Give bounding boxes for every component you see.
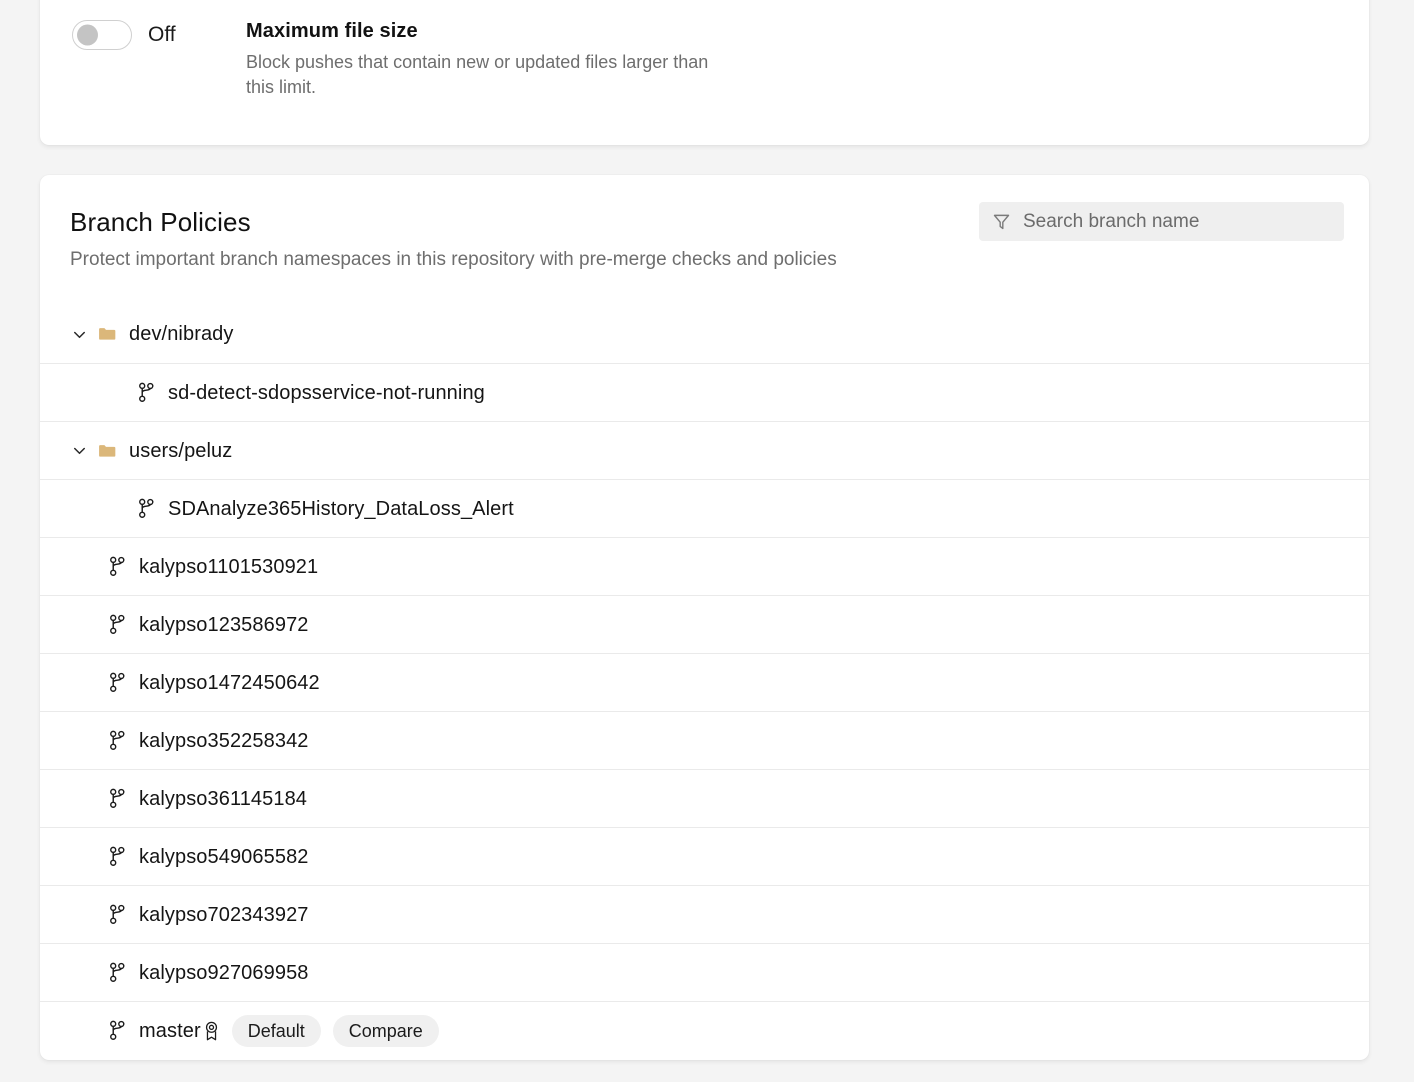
branch-row[interactable]: master Default Compare [40, 1001, 1369, 1059]
branch-folder-label: dev/nibrady [129, 321, 234, 347]
git-branch-icon [137, 498, 156, 519]
branch-name-label: kalypso927069958 [139, 960, 309, 986]
branch-folder-row[interactable]: users/peluz [40, 421, 1369, 479]
branch-row[interactable]: kalypso123586972 [40, 595, 1369, 653]
compare-badge[interactable]: Compare [333, 1015, 439, 1047]
git-branch-icon [108, 556, 127, 577]
branch-name-label: kalypso549065582 [139, 844, 309, 870]
branch-folder-label: users/peluz [129, 438, 232, 464]
branch-row[interactable]: kalypso361145184 [40, 769, 1369, 827]
branch-row[interactable]: kalypso702343927 [40, 885, 1369, 943]
branch-name-label: kalypso352258342 [139, 728, 309, 754]
default-branch-ribbon-icon [203, 1020, 220, 1042]
branch-name-label: master [139, 1018, 201, 1044]
default-badge[interactable]: Default [232, 1015, 321, 1047]
branch-row[interactable]: kalypso1472450642 [40, 653, 1369, 711]
max-file-size-title: Maximum file size [246, 18, 726, 44]
branch-policies-page: Off Maximum file size Block pushes that … [0, 0, 1414, 1082]
branch-policies-header: Branch Policies Protect important branch… [40, 175, 1369, 305]
branch-policies-list: dev/nibrady sd-detect-sdopsservice-not-ru… [40, 305, 1369, 1059]
branch-row[interactable]: sd-detect-sdopsservice-not-running [40, 363, 1369, 421]
maximum-file-size-setting-row: Off Maximum file size Block pushes that … [40, 18, 1369, 99]
folder-icon [97, 441, 117, 461]
toggle-knob [77, 25, 98, 46]
max-file-size-description: Block pushes that contain new or updated… [246, 50, 726, 99]
branch-search-placeholder: Search branch name [1023, 210, 1199, 234]
git-branch-icon [108, 1020, 127, 1041]
max-file-size-text-block: Maximum file size Block pushes that cont… [246, 18, 726, 99]
branch-name-label: kalypso1101530921 [139, 554, 318, 580]
git-branch-icon [108, 730, 127, 751]
branch-row[interactable]: kalypso1101530921 [40, 537, 1369, 595]
git-branch-icon [108, 614, 127, 635]
branch-name-label: kalypso702343927 [139, 902, 309, 928]
branch-row[interactable]: kalypso927069958 [40, 943, 1369, 1001]
git-branch-icon [108, 788, 127, 809]
branch-name-label: sd-detect-sdopsservice-not-running [168, 380, 485, 406]
chevron-down-icon [70, 325, 89, 344]
branch-policies-subtitle: Protect important branch namespaces in t… [70, 247, 1344, 273]
branch-row[interactable]: SDAnalyze365History_DataLoss_Alert [40, 479, 1369, 537]
git-branch-icon [108, 672, 127, 693]
git-branch-icon [108, 962, 127, 983]
branch-folder-row[interactable]: dev/nibrady [40, 305, 1369, 363]
branch-name-label: kalypso1472450642 [139, 670, 320, 696]
folder-icon [97, 324, 117, 344]
branch-name-label: SDAnalyze365History_DataLoss_Alert [168, 496, 514, 522]
git-branch-icon [108, 904, 127, 925]
filter-funnel-icon [991, 211, 1012, 232]
git-branch-icon [137, 382, 156, 403]
max-file-size-toggle[interactable] [72, 20, 132, 50]
max-file-size-toggle-area: Off [40, 18, 246, 50]
git-branch-icon [108, 846, 127, 867]
branch-row[interactable]: kalypso352258342 [40, 711, 1369, 769]
branch-name-label: kalypso361145184 [139, 786, 307, 812]
branch-row[interactable]: kalypso549065582 [40, 827, 1369, 885]
maximum-file-size-card: Off Maximum file size Block pushes that … [40, 0, 1369, 145]
branch-name-label: kalypso123586972 [139, 612, 309, 638]
branch-search-box[interactable]: Search branch name [979, 202, 1344, 241]
chevron-down-icon [70, 441, 89, 460]
branch-policies-card: Branch Policies Protect important branch… [40, 175, 1369, 1060]
toggle-state-label: Off [148, 20, 176, 50]
